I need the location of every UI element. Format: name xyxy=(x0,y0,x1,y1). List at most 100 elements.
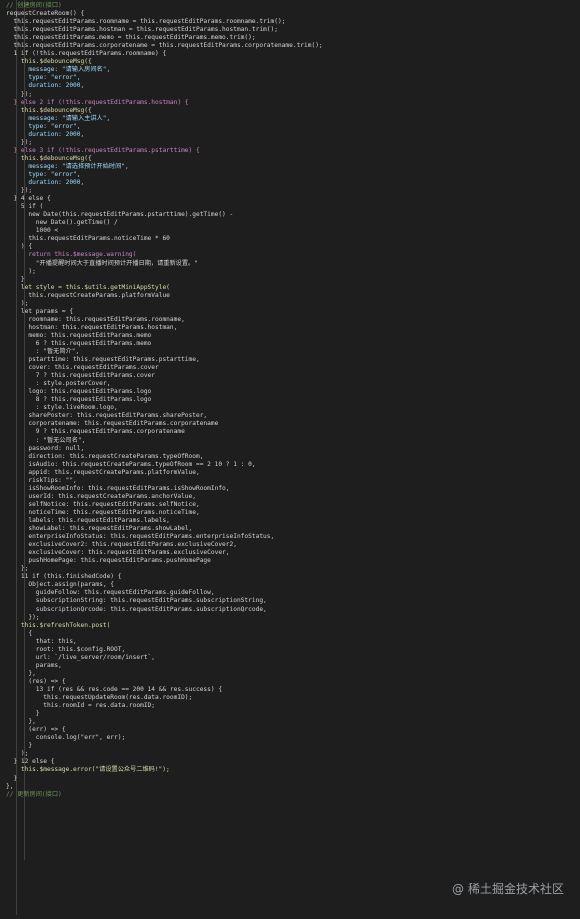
code-line[interactable]: enterpriseInfoStatus: this.requestEditPa… xyxy=(6,533,580,541)
code-line[interactable]: exclusiveCover: this.requestEditParams.e… xyxy=(6,549,580,557)
code-line[interactable]: message: "请输入主讲人", xyxy=(6,115,580,123)
code-line[interactable]: showLabel: this.requestEditParams.showLa… xyxy=(6,525,580,533)
code-line[interactable]: (res) => { xyxy=(6,678,580,686)
code-line[interactable]: (err) => { xyxy=(6,726,580,734)
code-line[interactable]: selfNotice: this.requestEditParams.selfN… xyxy=(6,501,580,509)
code-line[interactable]: userId: this.requestCreateParams.anchorV… xyxy=(6,493,580,501)
code-line[interactable]: }); xyxy=(6,187,580,195)
code-line[interactable]: guideFollow: this.requestEditParams.guid… xyxy=(6,589,580,597)
code-line[interactable]: ) { xyxy=(6,243,580,251)
code-line[interactable]: 7 ? this.requestEditParams.cover xyxy=(6,372,580,380)
code-line[interactable]: this.requestEditParams.noticeTime * 60 xyxy=(6,235,580,243)
code-line[interactable]: sharePoster: this.requestEditParams.shar… xyxy=(6,412,580,420)
code-line[interactable]: }); xyxy=(6,91,580,99)
code-line[interactable]: this.$message.error("请设置公众号二维码!"); xyxy=(6,766,580,774)
code-line[interactable]: cover: this.requestEditParams.cover xyxy=(6,364,580,372)
code-line[interactable]: ); xyxy=(6,300,580,308)
code-line[interactable]: // 创建房间(接口) xyxy=(6,2,580,10)
code-line[interactable]: }); xyxy=(6,139,580,147)
code-line[interactable]: } xyxy=(6,775,580,783)
code-line[interactable]: requestCreateRoom() { xyxy=(6,10,580,18)
code-line[interactable]: 1000 < xyxy=(6,227,580,235)
code-line[interactable]: message: "请输入房间名", xyxy=(6,66,580,74)
code-line[interactable]: params, xyxy=(6,662,580,670)
code-line[interactable]: pstarttime: this.requestEditParams.pstar… xyxy=(6,356,580,364)
code-line[interactable]: : "暂无公司名", xyxy=(6,437,580,445)
code-line[interactable]: { xyxy=(6,630,580,638)
code-line[interactable]: logo: this.requestEditParams.logo xyxy=(6,388,580,396)
code-line[interactable]: }; xyxy=(6,565,580,573)
code-line[interactable]: 5 if ( xyxy=(6,203,580,211)
code-line[interactable]: subscriptionQrcode: this.requestEditPara… xyxy=(6,606,580,614)
code-line[interactable]: appid: this.requestCreateParams.platform… xyxy=(6,469,580,477)
code-line[interactable]: let params = { xyxy=(6,308,580,316)
code-line[interactable]: } xyxy=(6,710,580,718)
code-line[interactable]: riskTips: "", xyxy=(6,477,580,485)
code-line[interactable]: roomname: this.requestEditParams.roomnam… xyxy=(6,316,580,324)
code-line[interactable]: duration: 2000, xyxy=(6,131,580,139)
code-line[interactable]: password: null, xyxy=(6,445,580,453)
code-line[interactable]: : style.liveRoom.logo, xyxy=(6,404,580,412)
code-line[interactable]: this.$refreshToken.post( xyxy=(6,622,580,630)
code-line[interactable]: type: "error", xyxy=(6,74,580,82)
code-line[interactable]: isAudio: this.requestCreateParams.typeOf… xyxy=(6,461,580,469)
code-line[interactable]: pushHomePage: this.requestEditParams.pus… xyxy=(6,557,580,565)
code-line[interactable]: type: "error", xyxy=(6,123,580,131)
code-line[interactable]: // 更新房间(接口) xyxy=(6,791,580,799)
code-line[interactable]: 13 if (res && res.code == 200 14 && res.… xyxy=(6,686,580,694)
code-line[interactable]: 11 if (this.finishedCode) { xyxy=(6,573,580,581)
code-editor[interactable]: // 创建房间(接口) requestCreateRoom() { this.re… xyxy=(0,0,580,919)
code-line[interactable]: this.requestEditParams.roomname = this.r… xyxy=(6,18,580,26)
code-line[interactable]: new Date().getTime() / xyxy=(6,219,580,227)
code-line[interactable]: 9 ? this.requestEditParams.corporatename xyxy=(6,428,580,436)
code-line[interactable]: new Date(this.requestEditParams.pstartti… xyxy=(6,211,580,219)
code-line[interactable]: }, xyxy=(6,718,580,726)
code-line[interactable]: return this.$message.warning( xyxy=(6,251,580,259)
code-line[interactable]: that: this, xyxy=(6,638,580,646)
code-line[interactable]: : "暂无简介", xyxy=(6,348,580,356)
code-line[interactable]: }, xyxy=(6,783,580,791)
code-line[interactable]: }, xyxy=(6,670,580,678)
code-line[interactable]: root: this.$config.ROOT, xyxy=(6,646,580,654)
code-line[interactable]: memo: this.requestEditParams.memo xyxy=(6,332,580,340)
code-line[interactable]: this.requestCreateParams.platformValue xyxy=(6,292,580,300)
code-line[interactable]: ); xyxy=(6,750,580,758)
code-line[interactable]: url: `/live_server/room/insert`, xyxy=(6,654,580,662)
code-line[interactable]: 6 ? this.requestEditParams.memo xyxy=(6,340,580,348)
code-line[interactable]: type: "error", xyxy=(6,171,580,179)
code-line[interactable]: exclusiveCover2: this.requestEditParams.… xyxy=(6,541,580,549)
code-line[interactable]: hostman: this.requestEditParams.hostman, xyxy=(6,324,580,332)
code-line[interactable]: this.requestEditParams.corporatename = t… xyxy=(6,42,580,50)
code-line[interactable]: } 4 else { xyxy=(6,195,580,203)
code-line[interactable]: }); xyxy=(6,614,580,622)
code-line[interactable]: : style.posterCover, xyxy=(6,380,580,388)
code-line[interactable]: } else 2 if (!this.requestEditParams.hos… xyxy=(6,99,580,107)
code-line[interactable]: "开播提醒时间大于直播时间预计开播日期，请重新设置。" xyxy=(6,260,580,268)
code-line[interactable]: let style = this.$utils.getMiniAppStyle( xyxy=(6,284,580,292)
code-line[interactable]: 8 ? this.requestEditParams.logo xyxy=(6,396,580,404)
code-line[interactable]: this.requestEditParams.memo = this.reque… xyxy=(6,34,580,42)
code-line[interactable]: this.requestUpdateRoom(res.data.roomID); xyxy=(6,694,580,702)
code-line[interactable]: duration: 2000, xyxy=(6,82,580,90)
code-line[interactable]: corporatename: this.requestEditParams.co… xyxy=(6,420,580,428)
code-line[interactable]: this.requestEditParams.hostman = this.re… xyxy=(6,26,580,34)
code-line[interactable]: ); xyxy=(6,268,580,276)
code-line[interactable]: Object.assign(params, { xyxy=(6,581,580,589)
watermark: @ 稀土掘金技术社区 xyxy=(452,880,564,897)
code-line[interactable]: this.$debounceMsg({ xyxy=(6,155,580,163)
code-line[interactable]: isShowRoomInfo: this.requestEditParams.i… xyxy=(6,485,580,493)
code-line[interactable]: direction: this.requestCreateParams.type… xyxy=(6,453,580,461)
code-line[interactable]: message: "请选择预计开始时间", xyxy=(6,163,580,171)
code-line[interactable]: subscriptionString: this.requestEditPara… xyxy=(6,597,580,605)
code-line[interactable]: } xyxy=(6,276,580,284)
code-line[interactable]: labels: this.requestEditParams.labels, xyxy=(6,517,580,525)
code-line[interactable]: duration: 2000, xyxy=(6,179,580,187)
code-line[interactable]: this.roomId = res.data.roomID; xyxy=(6,702,580,710)
code-area[interactable]: // 创建房间(接口) requestCreateRoom() { this.re… xyxy=(6,2,580,799)
code-line[interactable]: this.$debounceMsg({ xyxy=(6,107,580,115)
code-line[interactable]: } xyxy=(6,742,580,750)
code-line[interactable]: 1 if (!this.requestEditParams.roomname) … xyxy=(6,50,580,58)
code-line[interactable]: console.log("err", err); xyxy=(6,734,580,742)
code-line[interactable]: noticeTime: this.requestEditParams.notic… xyxy=(6,509,580,517)
code-line[interactable]: } else 3 if (!this.requestEditParams.pst… xyxy=(6,147,580,155)
